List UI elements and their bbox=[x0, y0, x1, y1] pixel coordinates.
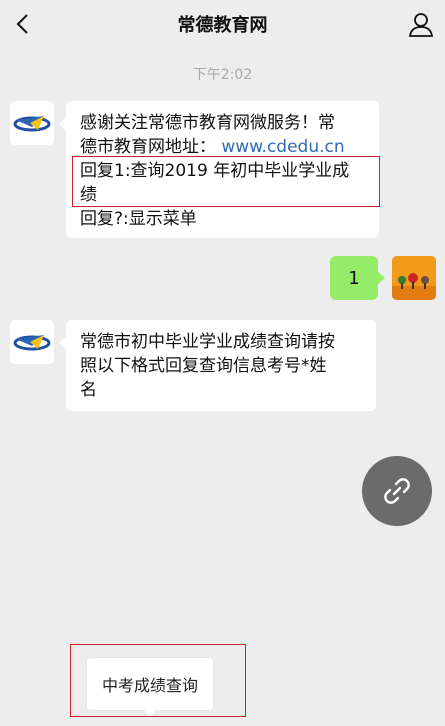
page-title: 常德教育网 bbox=[177, 15, 268, 36]
message-text-line: 照以下格式回复查询信息考号*姓 bbox=[80, 356, 327, 376]
link-icon bbox=[384, 478, 410, 504]
official-account-avatar[interactable] bbox=[10, 101, 54, 145]
message-text-line: 回复?:显示菜单 bbox=[80, 209, 197, 229]
message-timestamp: 下午2:02 bbox=[192, 67, 253, 83]
message-text-line: 名 bbox=[80, 380, 97, 400]
outgoing-message-bubble: 1 bbox=[330, 256, 385, 300]
message-text-line: 感谢关注常德市教育网微服务！常 bbox=[80, 113, 335, 133]
highlight-annotation bbox=[70, 644, 246, 717]
user-avatar[interactable] bbox=[392, 256, 436, 300]
top-bar: 常德教育网 bbox=[0, 0, 445, 48]
chevron-left-icon[interactable] bbox=[10, 10, 38, 38]
official-account-avatar[interactable] bbox=[10, 320, 54, 364]
message-text-segment: 德市教育网地址： bbox=[80, 137, 216, 157]
highlight-annotation bbox=[72, 156, 380, 207]
person-icon[interactable] bbox=[407, 10, 435, 38]
message-text-line: 常德市初中毕业学业成绩查询请按 bbox=[80, 332, 335, 352]
link-button[interactable] bbox=[362, 456, 432, 526]
message-bubble: 常德市初中毕业学业成绩查询请按 照以下格式回复查询信息考号*姓 名 bbox=[59, 320, 376, 411]
website-link[interactable]: www.cdedu.cn bbox=[221, 137, 344, 157]
